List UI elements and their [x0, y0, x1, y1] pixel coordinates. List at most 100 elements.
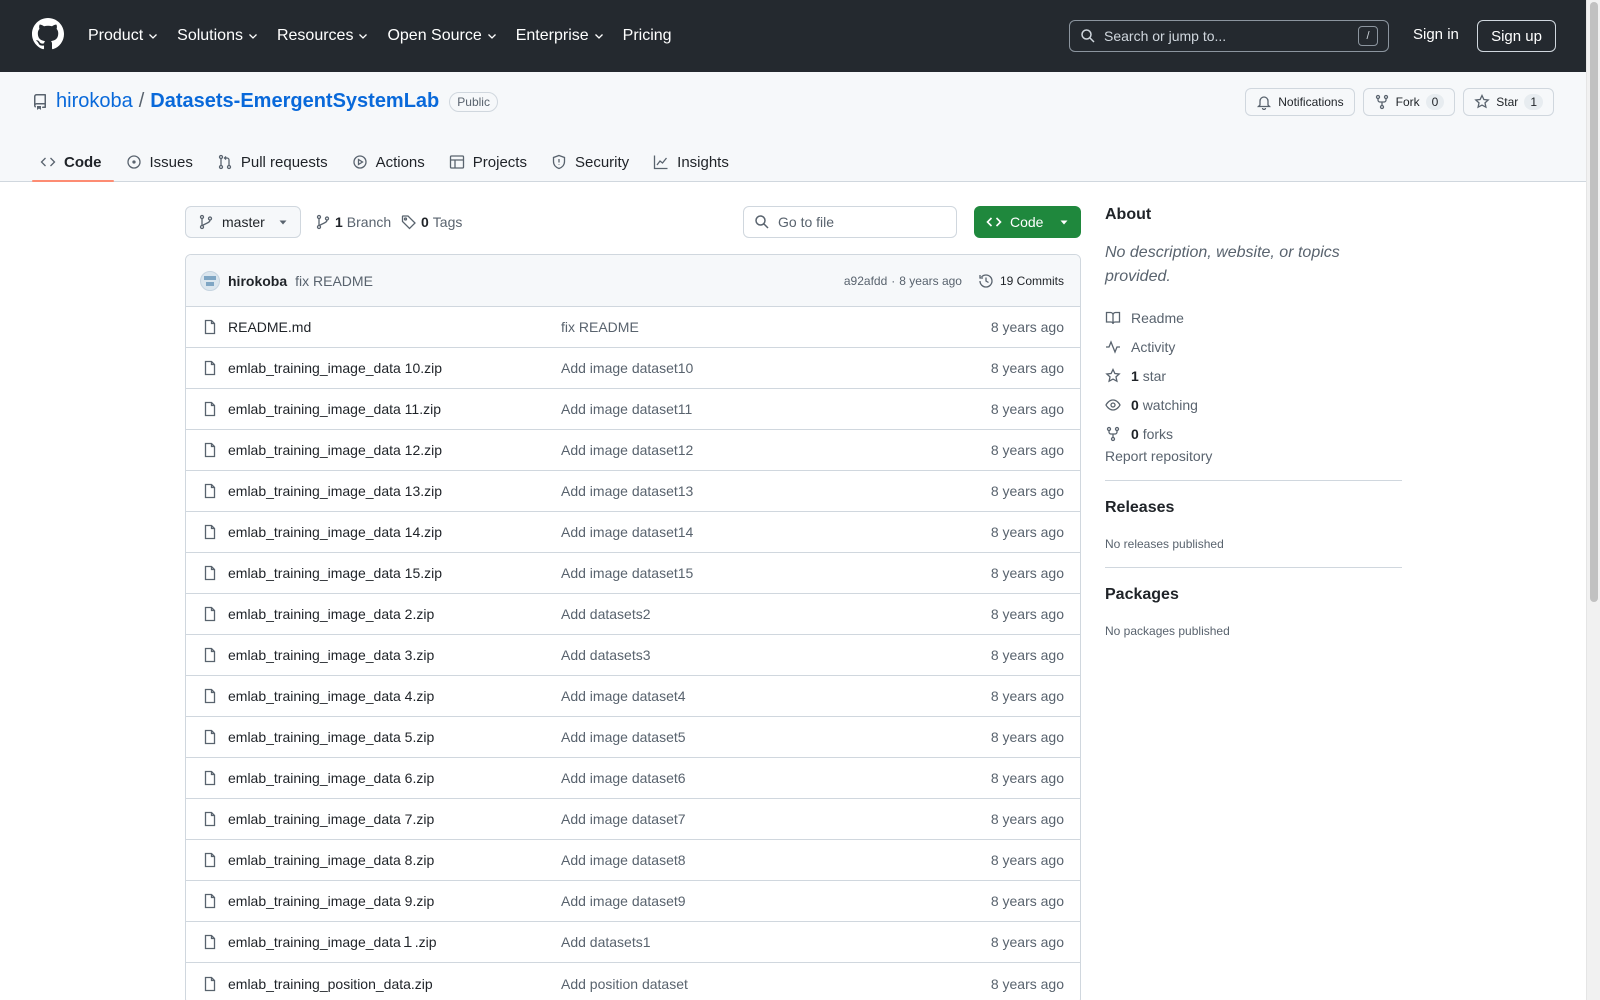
repo-sidebar: About No description, website, or topics… [1105, 206, 1402, 638]
scrollbar-thumb[interactable] [1590, 2, 1598, 602]
github-logo-icon[interactable] [32, 18, 64, 50]
file-name-link[interactable]: emlab_training_image_data 10.zip [228, 360, 442, 376]
file-name-link[interactable]: emlab_training_image_data 8.zip [228, 852, 434, 868]
file-commit-message-link[interactable]: Add image dataset5 [561, 729, 686, 745]
file-commit-time: 8 years ago [990, 606, 1064, 622]
branches-link[interactable]: 1 Branch [315, 206, 391, 238]
file-commit-message-link[interactable]: Add image dataset12 [561, 442, 693, 458]
file-icon [204, 524, 216, 540]
tags-link[interactable]: 0 Tags [401, 206, 462, 238]
file-name-link[interactable]: emlab_training_image_data 3.zip [228, 647, 434, 663]
file-name-link[interactable]: emlab_training_image_data 5.zip [228, 729, 434, 745]
nav-item-pricing[interactable]: Pricing [623, 27, 681, 45]
file-name-link[interactable]: emlab_training_position_data.zip [228, 976, 433, 992]
file-icon [204, 811, 216, 827]
sign-up-button[interactable]: Sign up [1477, 20, 1556, 52]
file-commit-message-link[interactable]: Add image dataset11 [561, 401, 692, 417]
commit-message-link[interactable]: fix README [295, 273, 373, 289]
nav-item-open-source[interactable]: Open Source [387, 27, 506, 45]
tab-insights[interactable]: Insights [645, 142, 741, 182]
commit-hash-link[interactable]: a92afdd [844, 274, 887, 288]
file-name-link[interactable]: emlab_training_image_data 9.zip [228, 893, 434, 909]
code-icon [986, 217, 1002, 227]
file-commit-message-link[interactable]: Add image dataset10 [561, 360, 693, 376]
file-browser: master 1 Branch 0 Tags Go to file Code h… [185, 206, 1081, 1000]
watchers-link[interactable]: 0 watching [1105, 390, 1402, 419]
file-commit-message-link[interactable]: Add image dataset6 [561, 770, 686, 786]
packages-heading[interactable]: Packages [1105, 586, 1402, 604]
file-name-link[interactable]: emlab_training_image_data 11.zip [228, 401, 441, 417]
file-name-link[interactable]: emlab_training_image_data 6.zip [228, 770, 434, 786]
file-commit-message-link[interactable]: Add image dataset9 [561, 893, 686, 909]
repo-header: hirokoba / Datasets-EmergentSystemLab Pu… [0, 72, 1586, 182]
tab-code[interactable]: Code [32, 142, 114, 182]
report-repository-link[interactable]: Report repository [1105, 448, 1212, 464]
forks-link[interactable]: 0 forks [1105, 419, 1402, 448]
file-commit-time: 8 years ago [990, 729, 1064, 745]
fork-button[interactable]: Fork 0 [1362, 88, 1456, 116]
file-commit-message-link[interactable]: Add image dataset14 [561, 524, 693, 540]
chevron-down-icon [487, 34, 496, 39]
commits-history-link[interactable]: 19 Commits [978, 273, 1064, 289]
repo-owner-link[interactable]: hirokoba [56, 90, 133, 113]
file-commit-message-link[interactable]: Add datasets2 [561, 606, 651, 622]
tab-security[interactable]: Security [543, 142, 641, 182]
file-name-link[interactable]: emlab_training_image_data 15.zip [228, 565, 442, 581]
file-name-link[interactable]: emlab_training_image_data 4.zip [228, 688, 434, 704]
file-commit-message-link[interactable]: Add image dataset7 [561, 811, 686, 827]
file-commit-message-link[interactable]: Add image dataset8 [561, 852, 686, 868]
nav-item-product[interactable]: Product [88, 27, 168, 45]
tab-label: Code [64, 153, 102, 171]
file-icon [204, 647, 216, 663]
file-name-link[interactable]: emlab_training_image_data 7.zip [228, 811, 434, 827]
go-to-file-input[interactable]: Go to file [743, 206, 957, 238]
branch-selector[interactable]: master [185, 206, 301, 238]
tab-issues[interactable]: Issues [118, 142, 205, 182]
nav-item-resources[interactable]: Resources [277, 27, 378, 45]
stars-link[interactable]: 1 star [1105, 361, 1402, 390]
file-name-link[interactable]: README.md [228, 319, 311, 335]
file-commit-time: 8 years ago [990, 524, 1064, 540]
file-commit-time: 8 years ago [990, 647, 1064, 663]
file-name-link[interactable]: emlab_training_image_data 12.zip [228, 442, 442, 458]
branch-icon [199, 214, 213, 230]
file-name-link[interactable]: emlab_training_image_data 13.zip [228, 483, 442, 499]
tab-projects[interactable]: Projects [441, 142, 539, 182]
table-row: emlab_training_image_data１.zip Add datase… [186, 922, 1080, 963]
file-icon [204, 893, 216, 909]
repo-name-link[interactable]: Datasets-EmergentSystemLab [150, 90, 439, 113]
releases-empty-text: No releases published [1105, 537, 1224, 551]
code-button[interactable]: Code [974, 206, 1081, 238]
file-commit-time: 8 years ago [990, 565, 1064, 581]
search-icon [755, 215, 769, 229]
file-name-link[interactable]: emlab_training_image_data 14.zip [228, 524, 442, 540]
file-commit-message-link[interactable]: fix README [561, 319, 639, 335]
nav-item-solutions[interactable]: Solutions [177, 27, 268, 45]
nav-item-enterprise[interactable]: Enterprise [516, 27, 614, 45]
tab-pull-requests[interactable]: Pull requests [209, 142, 340, 182]
notifications-button[interactable]: Notifications [1245, 88, 1355, 116]
code-icon [40, 157, 56, 167]
repo-tabs: Code Issues Pull requests Actions Projects Se… [32, 142, 745, 182]
file-commit-message-link[interactable]: Add image dataset13 [561, 483, 693, 499]
releases-heading[interactable]: Releases [1105, 499, 1402, 517]
commit-author-link[interactable]: hirokoba [228, 273, 287, 289]
nav-item-label: Enterprise [515, 27, 589, 44]
avatar[interactable] [200, 270, 220, 291]
file-commit-time: 8 years ago [990, 975, 1064, 992]
file-commit-message-link[interactable]: Add image dataset15 [561, 565, 693, 581]
star-button[interactable]: Star 1 [1463, 88, 1554, 116]
file-commit-message-link[interactable]: Add datasets3 [561, 647, 651, 663]
file-commit-message-link[interactable]: Add datasets1 [561, 934, 651, 950]
tab-actions[interactable]: Actions [344, 142, 437, 182]
file-name-link[interactable]: emlab_training_image_data 2.zip [228, 606, 434, 622]
watching-count: 0 [1131, 396, 1139, 413]
page-scrollbar[interactable] [1586, 0, 1600, 1000]
file-commit-message-link[interactable]: Add position dataset [561, 976, 688, 992]
sign-in-link[interactable]: Sign in [1413, 26, 1459, 43]
file-commit-message-link[interactable]: Add image dataset4 [561, 688, 686, 704]
activity-link[interactable]: Activity [1105, 332, 1402, 361]
search-input[interactable]: Search or jump to... / [1069, 20, 1389, 52]
readme-link[interactable]: Readme [1105, 303, 1402, 332]
file-name-link[interactable]: emlab_training_image_data１.zip [228, 932, 437, 952]
